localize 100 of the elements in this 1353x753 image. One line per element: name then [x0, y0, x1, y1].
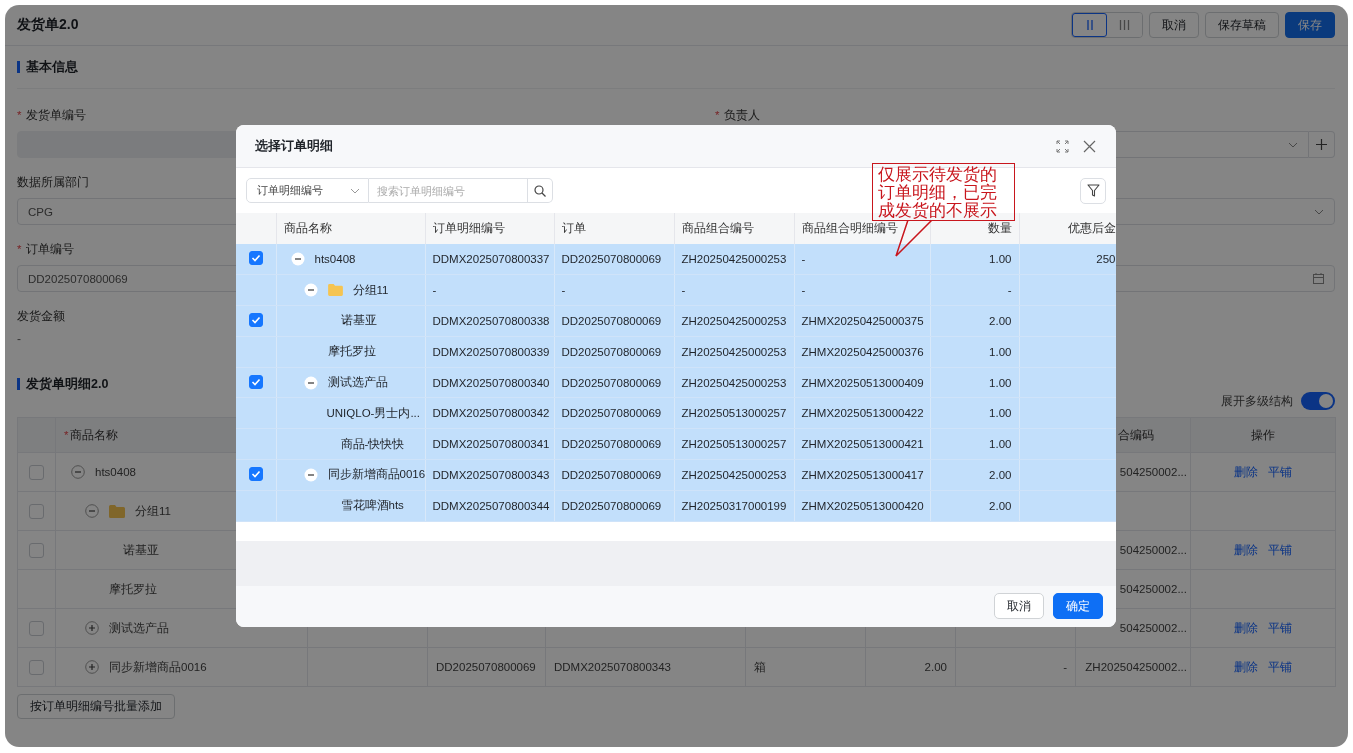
collapse-icon[interactable] — [303, 375, 318, 390]
row-action-link[interactable]: 删除 — [1234, 621, 1258, 634]
table-cell: ZH20250425000253 — [681, 468, 787, 481]
collapse-icon[interactable] — [303, 467, 318, 482]
chevron-down-icon — [1314, 208, 1324, 215]
row-checkbox[interactable] — [29, 659, 44, 675]
table-cell: DD2025070800069 — [561, 253, 662, 266]
table-cell: 2.00 — [989, 499, 1012, 512]
page-title: 发货单2.0 — [17, 16, 79, 34]
table-cell: - — [681, 284, 686, 297]
product-name: 雪花啤酒hts — [340, 498, 404, 514]
row-action-link[interactable]: 删除 — [1234, 660, 1258, 673]
section-title: 基本信息 — [26, 58, 78, 76]
collapse-icon[interactable] — [71, 465, 85, 479]
table-cell: ZH202504250002... — [1085, 661, 1187, 673]
table-cell: DDMX2025070800343 — [554, 661, 671, 673]
add-button[interactable] — [1309, 131, 1335, 158]
expand-icon[interactable] — [85, 660, 99, 674]
search-field-select[interactable]: 订单明细编号 — [246, 178, 369, 203]
collapse-icon[interactable] — [290, 252, 305, 267]
table-cell: - — [432, 284, 437, 297]
annotation-callout: 仅展示待发货的订单明细，已完成发货的不展示 — [872, 163, 1015, 221]
product-name: hts0408 — [314, 253, 356, 266]
action-button[interactable]: 保存草稿 — [1205, 12, 1279, 38]
search-field[interactable]: 搜索订单明细编号 — [369, 178, 528, 203]
table-cell: DDMX2025070800337 — [432, 253, 550, 266]
batch-add-button[interactable]: 按订单明细编号批量添加 — [17, 694, 175, 719]
product-name: 测试选产品 — [327, 375, 388, 391]
action-button[interactable]: 取消 — [1149, 12, 1199, 38]
row-checkbox[interactable] — [248, 251, 263, 266]
column-header: 订单 — [561, 222, 586, 234]
row-action-link[interactable]: 平铺 — [1268, 543, 1292, 556]
column-header: 操作 — [1251, 428, 1275, 441]
table-cell: 504250002... — [1119, 583, 1187, 595]
row-action-link[interactable]: 删除 — [1234, 543, 1258, 556]
table-cell: 1.00 — [989, 376, 1012, 389]
table-cell: 1.00 — [989, 438, 1012, 451]
filter-button[interactable] — [1080, 177, 1106, 204]
row-checkbox[interactable] — [248, 466, 263, 481]
dialog-button[interactable]: 确定 — [1053, 593, 1103, 620]
row-checkbox[interactable] — [29, 620, 44, 636]
expand-icon[interactable] — [85, 621, 99, 635]
table-cell: 504250002... — [1119, 544, 1187, 556]
required-mark: * — [17, 109, 22, 121]
table-cell: ZH20250425000253 — [681, 376, 787, 389]
table-cell: - — [801, 284, 806, 297]
collapse-icon[interactable] — [85, 504, 99, 518]
dialog-button[interactable]: 取消 — [994, 593, 1044, 620]
table-cell: 250 — [1096, 253, 1116, 266]
product-name: 诺基亚 — [340, 313, 377, 329]
three-bars-icon — [1119, 20, 1130, 30]
product-name: hts0408 — [95, 466, 136, 478]
required-mark: * — [17, 243, 22, 255]
row-checkbox[interactable] — [29, 542, 44, 558]
column-header: 优惠后金 — [1067, 222, 1115, 234]
product-name: 摩托罗拉 — [327, 344, 376, 360]
row-checkbox[interactable] — [248, 374, 263, 389]
table-cell: - — [561, 284, 566, 297]
table-cell: DD2025070800069 — [561, 376, 662, 389]
product-name: 摩托罗拉 — [109, 581, 157, 597]
search-icon — [534, 184, 546, 197]
row-action-link[interactable]: 平铺 — [1268, 465, 1292, 478]
table-cell: - — [801, 253, 806, 266]
table-cell: 1.00 — [989, 253, 1012, 266]
row-action-link[interactable]: 平铺 — [1268, 621, 1292, 634]
column-header: 商品名称 — [283, 222, 332, 234]
chevron-down-icon — [350, 187, 360, 194]
table-cell: ZH20250425000253 — [681, 315, 787, 327]
close-icon[interactable] — [1083, 139, 1096, 153]
field-label: 订单编号 — [26, 241, 75, 257]
filter-icon — [1086, 184, 1100, 197]
row-action-link[interactable]: 平铺 — [1268, 660, 1292, 673]
row-action-link[interactable]: 删除 — [1234, 465, 1258, 478]
action-button[interactable]: 保存 — [1285, 12, 1335, 38]
product-name: 同步新增商品0016 — [109, 659, 207, 675]
table-cell: DDMX2025070800344 — [432, 499, 550, 512]
row-checkbox[interactable] — [29, 464, 44, 480]
required-mark: * — [715, 109, 720, 121]
table-cell: DDMX2025070800343 — [432, 468, 550, 481]
search-button[interactable] — [528, 178, 553, 203]
table-cell: DD2025070800069 — [436, 661, 536, 673]
field-label: 发货金额 — [17, 308, 65, 324]
collapse-icon[interactable] — [303, 283, 318, 298]
table-cell: - — [1063, 661, 1067, 673]
field-label: 数据所属部门 — [17, 174, 89, 190]
table-cell: ZHMX20250513000409 — [801, 376, 924, 389]
table-cell: ZH20250425000253 — [681, 345, 787, 358]
row-checkbox[interactable] — [248, 313, 263, 327]
product-name: 测试选产品 — [109, 620, 169, 636]
column-header: 合编码 — [1118, 428, 1154, 441]
product-name: 分组11 — [352, 282, 389, 298]
table-cell: ZHMX20250513000422 — [801, 407, 924, 420]
fullscreen-icon[interactable] — [1056, 139, 1069, 153]
layout-toggle-button[interactable] — [1072, 13, 1107, 37]
table-cell: DDMX2025070800341 — [432, 438, 550, 451]
table-cell: DD2025070800069 — [561, 499, 662, 512]
toggle-label: 展开多级结构 — [1221, 393, 1293, 409]
table-cell: ZH20250513000257 — [681, 407, 787, 420]
row-checkbox[interactable] — [29, 503, 44, 519]
expand-switch[interactable] — [1301, 392, 1335, 410]
